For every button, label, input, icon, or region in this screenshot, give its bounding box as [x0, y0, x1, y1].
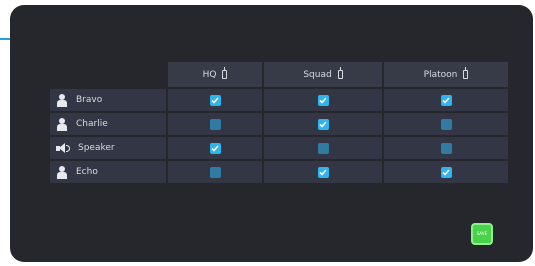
checkbox-unchecked[interactable] [209, 118, 221, 130]
matrix-cell [264, 137, 382, 159]
checkbox-unchecked[interactable] [317, 142, 329, 154]
matrix-cell [264, 113, 382, 135]
checkmark-icon [319, 120, 327, 128]
matrix-cell [168, 89, 262, 111]
radio-icon [222, 67, 228, 79]
column-header-label: Squad [303, 69, 332, 80]
person-icon [56, 165, 68, 179]
column-header-platoon: Platoon [384, 62, 508, 87]
checkmark-icon [211, 144, 219, 152]
row-label-text: Bravo [76, 95, 103, 105]
radio-icon [337, 67, 343, 79]
matrix-cell [264, 89, 382, 111]
save-button-label: SAVE [476, 231, 488, 236]
checkmark-icon [442, 168, 450, 176]
checkbox-unchecked[interactable] [440, 118, 452, 130]
matrix-cell [384, 113, 508, 135]
checkbox-checked[interactable] [440, 94, 452, 106]
row-label-bravo: Bravo [50, 89, 166, 111]
column-header-squad: Squad [264, 62, 382, 87]
matrix-cell [264, 161, 382, 183]
matrix-cell [384, 161, 508, 183]
person-icon [56, 93, 68, 107]
row-label-text: Charlie [76, 119, 108, 129]
column-header-label: Platoon [423, 69, 458, 80]
row-label-echo: Echo [50, 161, 166, 183]
column-header-label: HQ [202, 69, 217, 80]
speaker-icon [56, 142, 70, 154]
checkbox-checked[interactable] [317, 166, 329, 178]
checkmark-icon [319, 168, 327, 176]
checkbox-checked[interactable] [440, 166, 452, 178]
checkmark-icon [211, 96, 219, 104]
checkbox-checked[interactable] [317, 94, 329, 106]
matrix-cell [384, 89, 508, 111]
routing-panel: HQ Squad Platoon Bravo Charlie Speaker E… [10, 5, 533, 262]
row-label-speaker: Speaker [50, 137, 166, 159]
matrix-cell [168, 137, 262, 159]
matrix-cell [168, 113, 262, 135]
checkbox-checked[interactable] [209, 142, 221, 154]
person-icon [56, 117, 68, 131]
row-label-text: Echo [76, 167, 98, 177]
checkmark-icon [442, 96, 450, 104]
matrix-cell [384, 137, 508, 159]
checkbox-unchecked[interactable] [209, 166, 221, 178]
row-label-charlie: Charlie [50, 113, 166, 135]
checkbox-checked[interactable] [317, 118, 329, 130]
row-label-text: Speaker [78, 143, 115, 153]
radio-icon [463, 67, 469, 79]
matrix-cell [168, 161, 262, 183]
checkmark-icon [319, 96, 327, 104]
column-header-hq: HQ [168, 62, 262, 87]
save-button[interactable]: SAVE [471, 223, 493, 245]
checkbox-checked[interactable] [209, 94, 221, 106]
checkbox-unchecked[interactable] [440, 142, 452, 154]
